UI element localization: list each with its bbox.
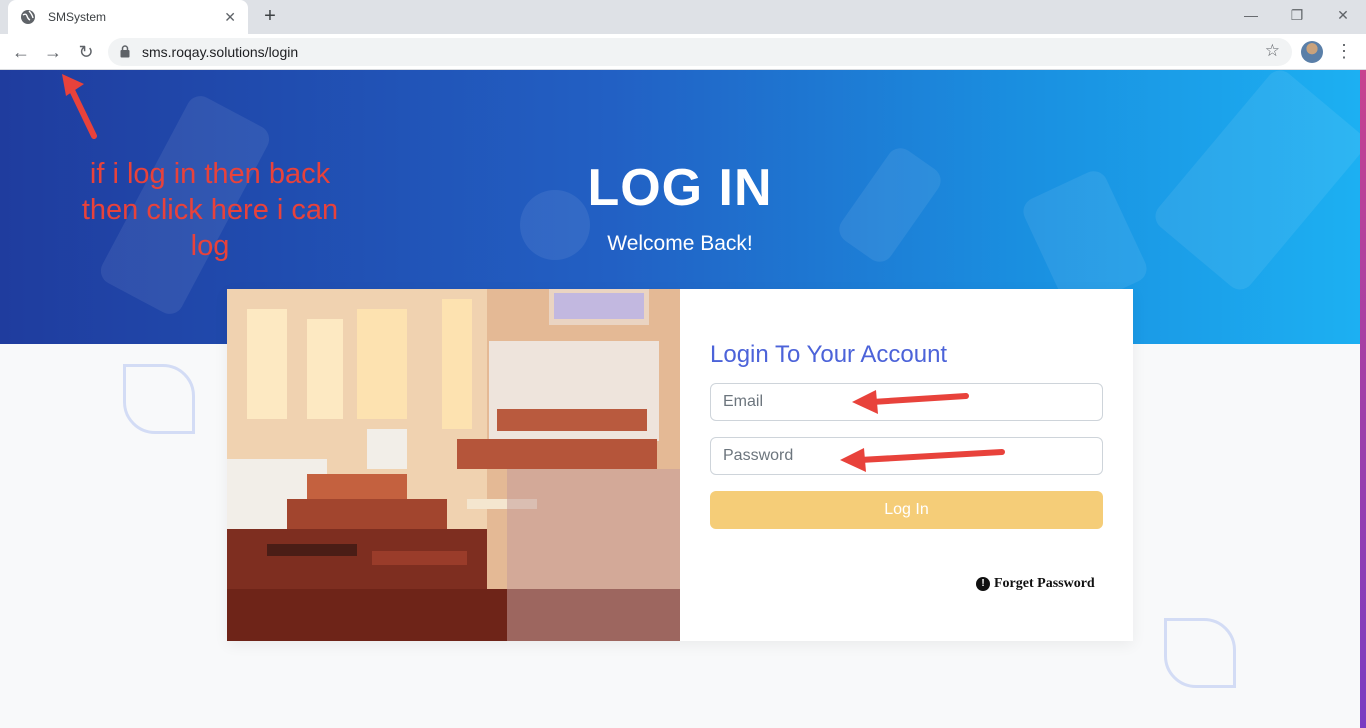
forget-password-label: Forget Password (994, 576, 1095, 591)
annotation-text: if i log in then back then click here i … (81, 158, 339, 262)
decor-leaf (123, 364, 195, 434)
minimize-button[interactable]: — (1228, 2, 1274, 30)
window-close-button[interactable]: ✕ (1320, 2, 1366, 30)
new-tab-button[interactable]: + (258, 4, 282, 28)
avatar[interactable] (1301, 41, 1323, 63)
url-text: sms.roqay.solutions/login (142, 44, 299, 60)
login-heading: Login To Your Account (710, 341, 948, 368)
address-bar[interactable]: sms.roqay.solutions/login ☆ (108, 38, 1292, 66)
login-button[interactable]: Log In (710, 491, 1103, 529)
classroom-image (227, 289, 680, 641)
password-input[interactable] (711, 438, 1102, 474)
email-input[interactable] (711, 384, 1102, 420)
password-field[interactable] (710, 437, 1103, 475)
back-button[interactable]: ← (8, 39, 34, 65)
tab-close-icon[interactable]: ✕ (224, 9, 236, 26)
decor-leaf (1164, 618, 1236, 688)
email-field[interactable] (710, 383, 1103, 421)
browser-menu-icon[interactable]: ⋮ (1335, 39, 1353, 65)
browser-toolbar: ← → ↻ sms.roqay.solutions/login ☆ ⋮ (0, 34, 1366, 70)
browser-tab-strip: SMSystem ✕ + — ❐ ✕ (0, 0, 1366, 34)
tab-title: SMSystem (48, 10, 107, 24)
reload-button[interactable]: ↻ (73, 39, 99, 65)
forget-password-link[interactable]: ! Forget Password (976, 576, 1095, 592)
forward-button[interactable]: → (40, 39, 66, 65)
info-icon: ! (976, 577, 990, 591)
browser-tab[interactable]: SMSystem ✕ (8, 0, 248, 34)
star-icon[interactable]: ☆ (1265, 41, 1280, 61)
scrollbar[interactable] (1360, 70, 1366, 728)
login-card: Login To Your Account Log In ! Forget Pa… (227, 289, 1133, 641)
lock-icon (120, 45, 130, 58)
restore-button[interactable]: ❐ (1274, 2, 1320, 30)
globe-icon (21, 10, 35, 24)
